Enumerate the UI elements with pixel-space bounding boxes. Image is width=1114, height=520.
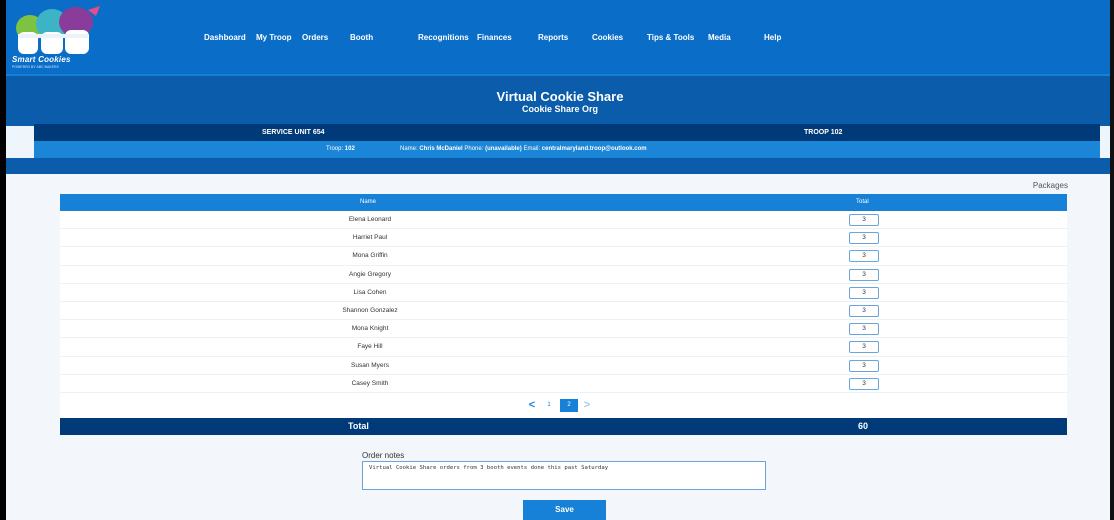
contact-info: Name: Chris McDaniel Phone: (unavailable… <box>400 146 647 152</box>
quantity-input[interactable]: 3 <box>849 377 879 390</box>
row-name: Susan Myers <box>351 361 389 369</box>
table-row: Elena Leonard 3 <box>60 211 1067 230</box>
nav-booth[interactable]: Booth <box>350 33 373 42</box>
table-row: Casey Smith 3 <box>60 374 1067 393</box>
column-header-name: Name <box>360 199 377 205</box>
page-1-button[interactable]: 1 <box>541 399 557 412</box>
total-label: Total <box>348 420 369 431</box>
row-name: Elena Leonard <box>348 216 392 223</box>
nav-media[interactable]: Media <box>708 33 731 42</box>
table-row: Susan Myers 3 <box>60 356 1067 375</box>
table-row: Mona Knight 3 <box>60 320 1067 339</box>
order-notes-label: Order notes <box>362 451 405 460</box>
quantity-input[interactable]: 3 <box>849 232 879 245</box>
nav-finances[interactable]: Finances <box>477 33 512 42</box>
row-name: Faye Hill <box>357 343 383 351</box>
save-button[interactable]: Save <box>523 500 606 520</box>
row-name: Mona Knight <box>351 325 389 333</box>
total-value: 60 <box>858 420 869 431</box>
window-border <box>1110 0 1114 520</box>
total-row: Total 60 <box>60 417 1067 435</box>
quantity-input[interactable]: 3 <box>849 286 879 299</box>
previous-page-icon[interactable]: < <box>526 399 538 412</box>
page-2-button[interactable]: 2 <box>560 398 578 412</box>
troop-number: Troop: 102 <box>326 146 355 152</box>
contact-phone-value: (unavailable) <box>485 146 522 152</box>
quantity-input[interactable]: 3 <box>849 214 879 226</box>
nav-tips-tools[interactable]: Tips & Tools <box>647 33 694 42</box>
nav-recognitions[interactable]: Recognitions <box>418 33 469 42</box>
troop-label: TROOP 102 <box>804 129 843 136</box>
header-footer-band <box>6 158 1114 174</box>
logo-wordmark: Smart Cookies <box>12 55 71 64</box>
quantity-input[interactable]: 3 <box>849 268 879 281</box>
unit-bar: SERVICE UNIT 654 TROOP 102 <box>34 124 1100 141</box>
table-row: Lisa Cohen 3 <box>60 283 1067 302</box>
cookie-share-table: Name Total Elena Leonard 3 Harriet Paul … <box>60 194 1067 435</box>
row-name: Lisa Cohen <box>353 288 387 296</box>
cookie-characters-icon <box>16 6 100 54</box>
pagination: < 1 2 > <box>60 392 1067 418</box>
contact-name-label: Name: <box>400 146 418 152</box>
nav-orders[interactable]: Orders <box>302 33 328 42</box>
contact-email-label: Email: <box>523 146 541 152</box>
quantity-input[interactable]: 3 <box>849 341 879 354</box>
page-title: Virtual Cookie Share <box>496 89 624 104</box>
nav-cookies[interactable]: Cookies <box>592 33 623 42</box>
nav-reports[interactable]: Reports <box>538 33 568 42</box>
nav-help[interactable]: Help <box>764 33 781 42</box>
row-name: Harriet Paul <box>352 234 388 242</box>
main-content: Packages Name Total Elena Leonard 3 Harr… <box>6 174 1114 520</box>
column-header-total: Total <box>856 199 869 205</box>
contact-name-value: Chris McDaniel <box>419 146 463 152</box>
nav-dashboard[interactable]: Dashboard <box>204 33 246 42</box>
app-window: Smart Cookies POWERED BY ABC BAKERS Dash… <box>6 0 1114 520</box>
table-row: Angie Gregory 3 <box>60 265 1067 284</box>
nav-my-troop[interactable]: My Troop <box>256 33 292 42</box>
logo-tagline: POWERED BY ABC BAKERS <box>12 65 59 69</box>
troop-number-value: 102 <box>344 146 355 152</box>
row-name: Shannon Gonzalez <box>342 306 398 314</box>
top-navigation-bar: Smart Cookies POWERED BY ABC BAKERS Dash… <box>6 0 1114 74</box>
quantity-input[interactable]: 3 <box>849 359 879 372</box>
quantity-input[interactable]: 3 <box>849 304 879 317</box>
table-row: Harriet Paul 3 <box>60 229 1067 248</box>
quantity-input[interactable]: 3 <box>849 323 879 336</box>
row-name: Angie Gregory <box>349 270 391 278</box>
troop-info-bar: Troop: 102 Name: Chris McDaniel Phone: (… <box>34 141 1100 158</box>
row-name: Casey Smith <box>351 379 389 387</box>
contact-email-value: centralmaryland.troop@outlook.com <box>541 146 647 152</box>
table-row: Mona Griffin 3 <box>60 247 1067 266</box>
table-header: Name Total <box>60 194 1067 211</box>
next-page-icon[interactable]: > <box>581 399 593 412</box>
row-name: Mona Griffin <box>352 252 388 260</box>
page-subtitle: Cookie Share Org <box>521 104 599 114</box>
smart-cookies-logo[interactable]: Smart Cookies POWERED BY ABC BAKERS <box>10 6 110 69</box>
contact-phone-label: Phone: <box>464 146 484 152</box>
page-header: Virtual Cookie Share Cookie Share Org <box>6 74 1114 126</box>
service-unit-label: SERVICE UNIT 654 <box>262 129 325 136</box>
order-notes-textarea[interactable]: Virtual Cookie Share orders from 3 booth… <box>362 461 766 490</box>
quantity-input[interactable]: 3 <box>849 250 879 263</box>
troop-number-label: Troop: <box>326 146 344 152</box>
table-row: Shannon Gonzalez 3 <box>60 301 1067 321</box>
table-row: Faye Hill 3 <box>60 338 1067 357</box>
packages-label: Packages <box>1032 181 1068 190</box>
